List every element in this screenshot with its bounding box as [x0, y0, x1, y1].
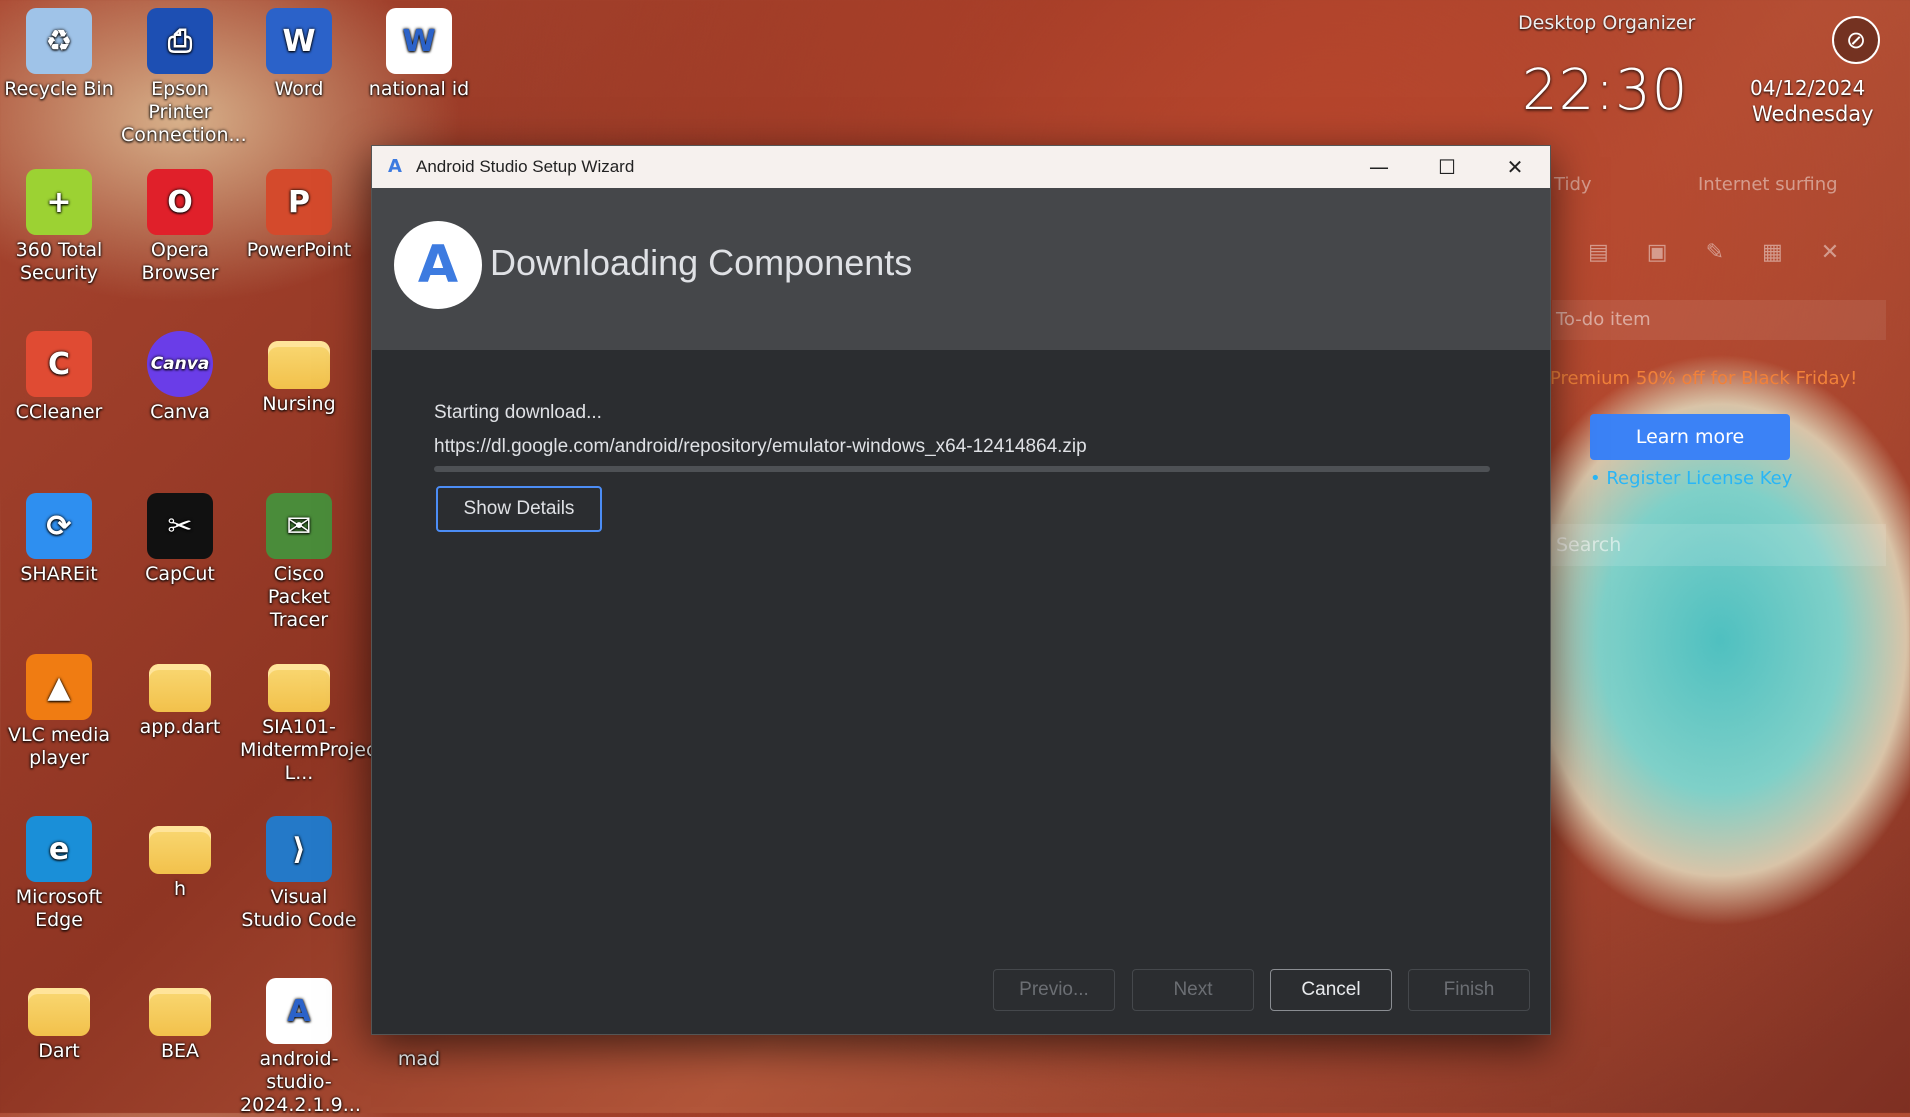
desktop-icon-label: Epson Printer Connection... — [121, 78, 247, 146]
desktop-icon[interactable]: ♻ Recycle Bin — [0, 2, 118, 101]
desktop-icon-label: Opera Browser — [141, 239, 219, 284]
desktop-icon[interactable]: ⟩ Visual Studio Code — [240, 810, 358, 932]
desktop-icon-label: PowerPoint — [246, 239, 352, 261]
desktop-icon-glyph: ✉ — [266, 493, 332, 559]
folder-icon — [268, 664, 330, 712]
desktop-icon[interactable]: ▲ VLC media player — [0, 648, 118, 770]
widget-day: Wednesday — [1752, 102, 1874, 126]
widget-clock: 22:30 — [1522, 58, 1689, 123]
register-license-link[interactable]: • Register License Key — [1590, 468, 1792, 489]
desktop-icon-glyph: Canva — [147, 331, 213, 397]
next-button[interactable]: Next — [1132, 969, 1254, 1011]
minimize-button[interactable]: — — [1344, 146, 1414, 188]
desktop-icon-label: Canva — [150, 401, 210, 423]
desktop-icon[interactable]: e Microsoft Edge — [0, 810, 118, 932]
desktop-icon[interactable]: Nursing — [240, 325, 358, 416]
desktop-icon-glyph: C — [26, 331, 92, 397]
download-progress-bar — [434, 466, 1490, 472]
widget-toolbar-icons[interactable]: ▤▣✎▦✕ — [1588, 240, 1877, 265]
desktop-icon[interactable]: Canva Canva — [121, 325, 239, 424]
widget-tidy-button[interactable]: Tidy — [1554, 174, 1592, 195]
desktop-icon[interactable]: Wnational id — [360, 2, 478, 101]
desktop-icon[interactable]: ⎙ Epson Printer Connection... — [121, 2, 247, 147]
maximize-button[interactable]: ☐ — [1412, 146, 1482, 188]
widget-title: Desktop Organizer — [1518, 12, 1696, 34]
desktop-icon-label: Recycle Bin — [4, 78, 114, 100]
desktop-icon-label: mad — [397, 1048, 441, 1070]
desktop-icon-glyph: ⟩ — [266, 816, 332, 882]
show-details-button[interactable]: Show Details — [436, 486, 602, 532]
desktop-icon-label: h — [173, 878, 187, 900]
desktop-icon-glyph: O — [147, 169, 213, 235]
desktop-icon-label: SIA101-MidtermProject-L... — [240, 716, 391, 784]
desktop-icon[interactable]: P PowerPoint — [240, 163, 358, 262]
widget-internet-surfing[interactable]: Internet surfing — [1698, 174, 1838, 195]
desktop-icon[interactable]: Aandroid-studio-2024.2.1.9... — [240, 972, 361, 1117]
desktop-icon-label: Word — [274, 78, 324, 100]
desktop-icon-label: CapCut — [145, 563, 215, 585]
download-status: Starting download... — [434, 402, 602, 423]
desktop-icon[interactable]: W Word — [240, 2, 358, 101]
desktop-icon-label: Microsoft Edge — [15, 886, 103, 931]
widget-search-input[interactable]: Search — [1552, 524, 1886, 566]
learn-more-button[interactable]: Learn more — [1590, 414, 1790, 460]
folder-icon — [268, 341, 330, 389]
desktop-icon[interactable]: Dart — [0, 972, 118, 1063]
folder-icon — [28, 988, 90, 1036]
folder-icon — [149, 826, 211, 874]
desktop-icon[interactable]: ✉ Cisco Packet Tracer — [240, 487, 358, 632]
folder-icon — [149, 664, 211, 712]
finish-button[interactable]: Finish — [1408, 969, 1530, 1011]
desktop-icon-label: Nursing — [262, 393, 336, 415]
widget-logo-icon[interactable]: ⊘ — [1832, 16, 1880, 64]
android-studio-logo-icon: A — [394, 221, 482, 309]
window-titlebar[interactable]: A Android Studio Setup Wizard — ☐ ✕ — [372, 146, 1550, 188]
cancel-button[interactable]: Cancel — [1270, 969, 1392, 1011]
download-url: https://dl.google.com/android/repository… — [434, 436, 1087, 457]
desktop-icon-label: Cisco Packet Tracer — [267, 563, 331, 631]
desktop-icon[interactable]: O Opera Browser — [121, 163, 239, 285]
desktop-icon-label: app.dart — [139, 716, 221, 738]
desktop-icon-label: android-studio-2024.2.1.9... — [240, 1048, 361, 1116]
desktop-icon-label: Dart — [38, 1040, 80, 1062]
folder-icon — [149, 988, 211, 1036]
desktop-icon-label: CCleaner — [15, 401, 103, 423]
desktop-icon[interactable]: SIA101-MidtermProject-L... — [240, 648, 391, 785]
desktop-icon-glyph: ⟳ — [26, 493, 92, 559]
desktop-icon-glyph: e — [26, 816, 92, 882]
desktop-icon-glyph: ▲ — [26, 654, 92, 720]
desktop-icon-label: BEA — [160, 1040, 200, 1062]
widget-promo-text: Premium 50% off for Black Friday! — [1550, 368, 1858, 389]
widget-date: 04/12/2024 — [1750, 76, 1866, 100]
android-studio-icon: A — [388, 156, 402, 177]
close-button[interactable]: ✕ — [1480, 146, 1550, 188]
previous-button[interactable]: Previo... — [993, 969, 1115, 1011]
desktop-icon[interactable]: C CCleaner — [0, 325, 118, 424]
setup-wizard-window: A Android Studio Setup Wizard — ☐ ✕ A Do… — [371, 145, 1551, 1035]
desktop-icon[interactable]: app.dart — [121, 648, 239, 739]
window-title: Android Studio Setup Wizard — [416, 157, 635, 176]
desktop-icon-label: SHAREit — [20, 563, 98, 585]
desktop-icon-glyph: P — [266, 169, 332, 235]
desktop-icon-label: national id — [368, 78, 470, 100]
desktop-icon-glyph: A — [266, 978, 332, 1044]
desktop-icon-label: Visual Studio Code — [241, 886, 357, 931]
desktop-icon-label: 360 Total Security — [15, 239, 103, 284]
desktop-icon[interactable]: +360 Total Security — [0, 163, 118, 285]
desktop-icon-glyph: ✂ — [147, 493, 213, 559]
desktop-organizer-widget: Desktop Organizer ⊘ 22:30 04/12/2024 Wed… — [1498, 0, 1910, 1113]
desktop-icon-glyph: W — [386, 8, 452, 74]
wizard-header: A Downloading Components — [372, 188, 1550, 350]
desktop-icon[interactable]: ✂ CapCut — [121, 487, 239, 586]
desktop-icon[interactable]: h — [121, 810, 239, 901]
desktop-icon-glyph: ♻ — [26, 8, 92, 74]
desktop-icon-glyph: + — [26, 169, 92, 235]
desktop-icon-glyph: W — [266, 8, 332, 74]
page-title: Downloading Components — [490, 242, 913, 283]
desktop-icon-glyph: ⎙ — [147, 8, 213, 74]
widget-todo-input[interactable]: To-do item — [1552, 300, 1886, 340]
desktop-icon[interactable]: ⟳ SHAREit — [0, 487, 118, 586]
desktop-icon-label: VLC media player — [7, 724, 111, 769]
desktop-icon[interactable]: BEA — [121, 972, 239, 1063]
